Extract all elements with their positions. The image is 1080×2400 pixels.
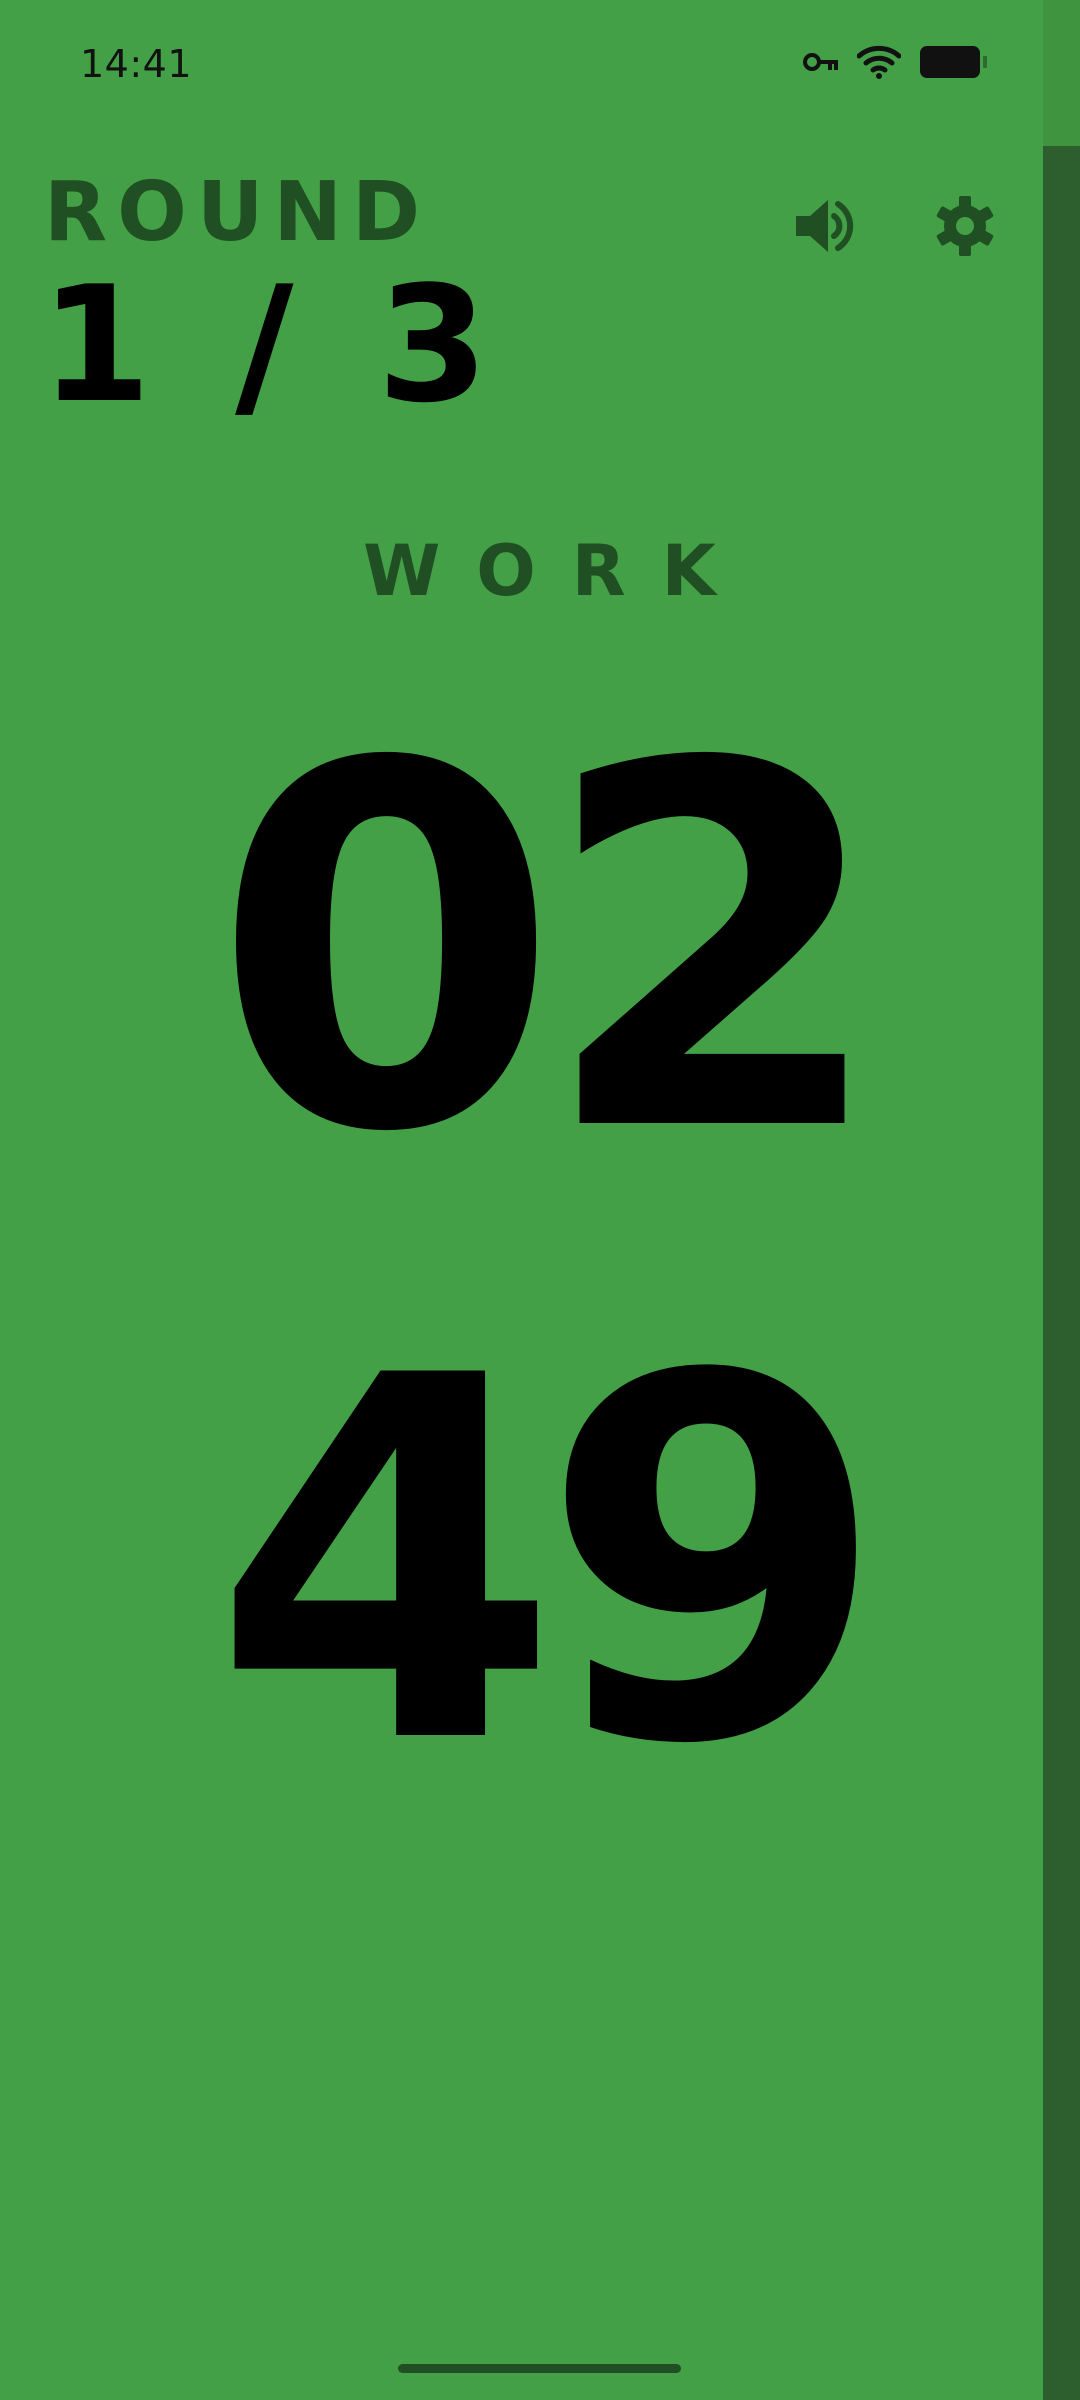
battery-icon bbox=[919, 45, 991, 83]
status-time: 14:41 bbox=[80, 42, 193, 86]
side-rail bbox=[1043, 0, 1080, 2400]
status-icons bbox=[803, 44, 991, 84]
volume-button[interactable] bbox=[785, 188, 865, 268]
side-rail-top bbox=[1043, 0, 1080, 146]
timer-minutes: 02 bbox=[212, 659, 888, 1241]
home-indicator[interactable] bbox=[398, 2364, 681, 2373]
wifi-icon bbox=[856, 45, 902, 83]
timer-screen: 14:41 ROUND 1 / 3 WORK 02 49 bbox=[0, 0, 1080, 2400]
timer-seconds: 49 bbox=[212, 1271, 888, 1853]
phase-label: WORK bbox=[363, 530, 752, 612]
vpn-key-icon bbox=[803, 51, 839, 77]
volume-icon bbox=[794, 196, 856, 260]
settings-button[interactable] bbox=[925, 188, 1005, 268]
header-actions bbox=[785, 188, 1005, 268]
settings-icon bbox=[934, 195, 996, 261]
status-bar: 14:41 bbox=[0, 0, 1043, 135]
round-label: ROUND bbox=[44, 165, 431, 260]
round-count: 1 / 3 bbox=[40, 251, 503, 438]
